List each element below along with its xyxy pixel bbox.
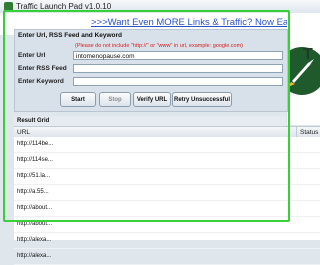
verify-url-button[interactable]: Verify URL [133, 92, 171, 107]
column-url[interactable]: URL [17, 129, 30, 136]
stop-button[interactable]: Stop [99, 92, 131, 107]
table-row[interactable]: http://a.55... [14, 185, 320, 201]
table-row[interactable]: http://51.la... [14, 169, 320, 185]
url-label: Enter Url [18, 52, 46, 59]
table-row[interactable]: http://114se... [14, 153, 320, 169]
keyword-label: Enter Keyword [18, 78, 64, 85]
start-button[interactable]: Start [60, 92, 96, 107]
window-titlebar: Traffic Launch Pad v1.0.10 [0, 0, 320, 14]
table-row[interactable]: http://114be... [14, 137, 320, 153]
url-input[interactable]: intomenopause.com [73, 51, 283, 60]
side-panel [278, 13, 320, 125]
window-title: Traffic Launch Pad v1.0.10 [16, 2, 112, 11]
side-logo-letter: T [303, 46, 313, 63]
rss-input[interactable] [73, 64, 283, 73]
result-grid-header: Result Grid [14, 116, 286, 126]
table-row[interactable]: http://about... [14, 217, 320, 233]
retry-unsuccessful-button[interactable]: Retry Unsuccessful [172, 92, 232, 107]
input-panel: Enter Url, RSS Feed and Keyword (Please … [14, 29, 288, 112]
url-hint: (Please do not include "http://" or "www… [75, 43, 243, 49]
result-grid-rows: http://114be... http://114se... http://5… [14, 137, 320, 265]
promo-link[interactable]: >>>Want Even MORE Links & Traffic? Now E… [91, 17, 320, 28]
result-grid-title: Result Grid [17, 118, 50, 124]
panel-title: Enter Url, RSS Feed and Keyword [18, 32, 123, 39]
rss-label: Enter RSS Feed [18, 65, 67, 72]
column-status[interactable]: Status [300, 129, 318, 136]
app-icon [4, 2, 13, 11]
column-divider[interactable] [296, 127, 297, 137]
table-row[interactable]: http://alexa... [14, 233, 320, 249]
keyword-input[interactable] [73, 77, 283, 86]
table-row[interactable]: http://alexa... [14, 249, 320, 265]
table-row[interactable]: http://about... [14, 201, 320, 217]
